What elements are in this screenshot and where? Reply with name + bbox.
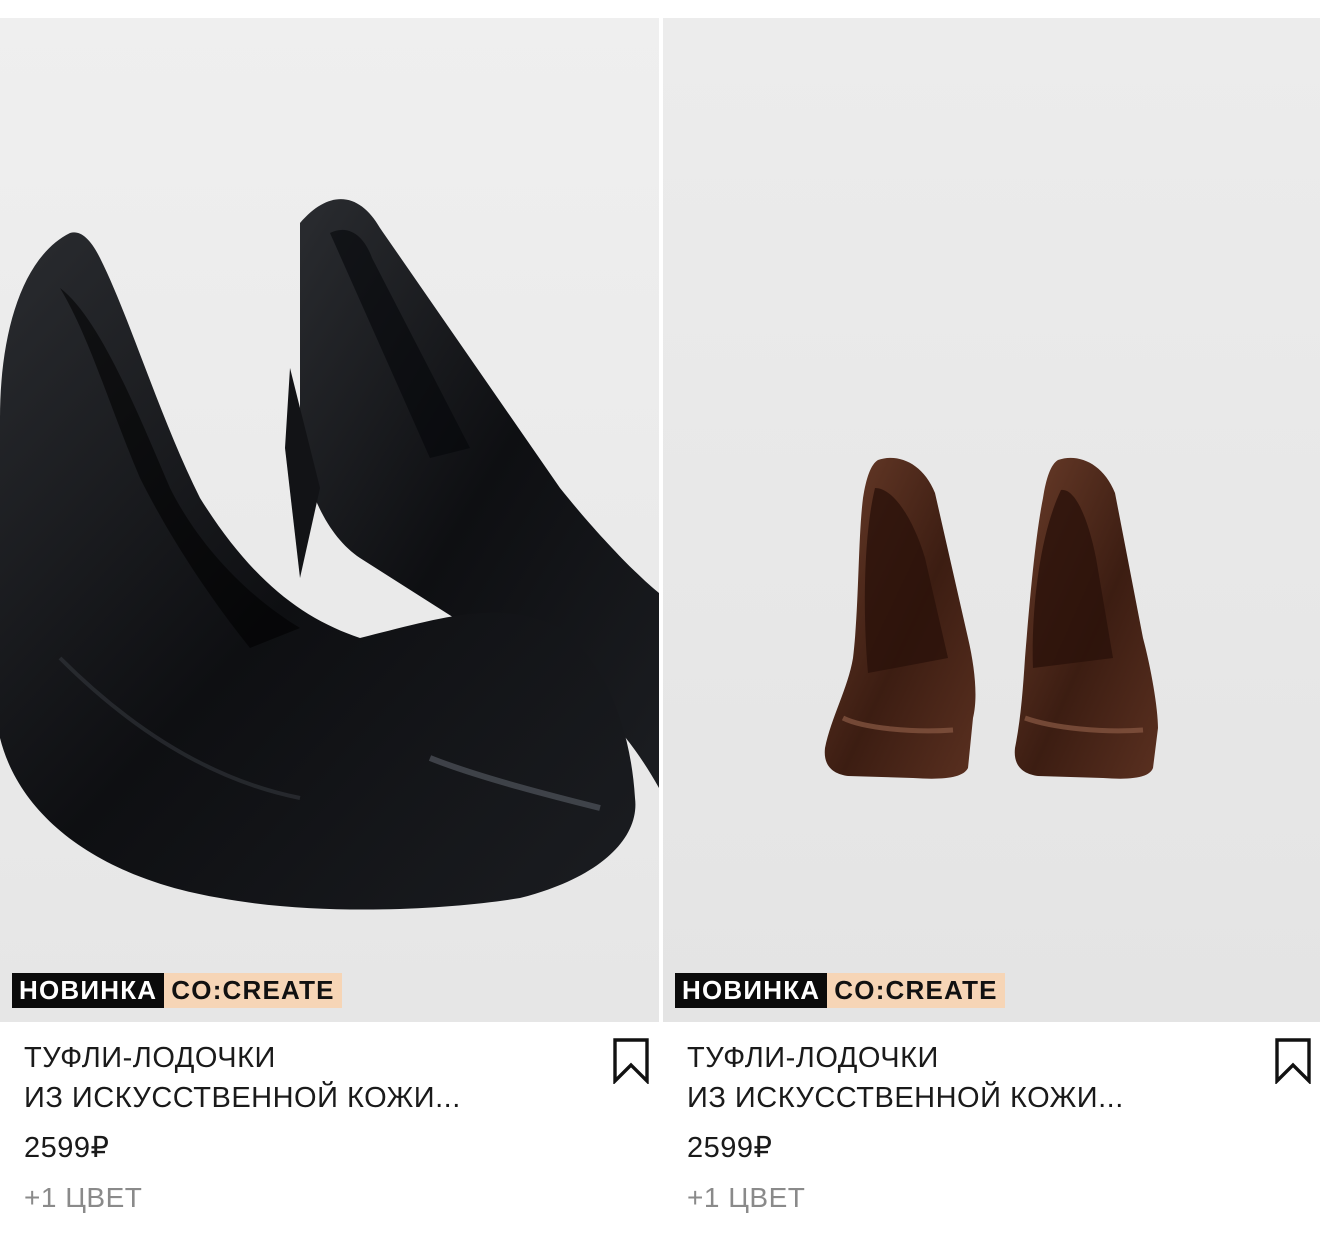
- bookmark-button[interactable]: [1274, 1038, 1312, 1086]
- bookmark-icon: [1275, 1038, 1311, 1086]
- product-card[interactable]: НОВИНКА CO:CREATE ТУФЛИ-ЛОДОЧКИ ИЗ ИСКУС…: [663, 18, 1320, 1256]
- collab-badge: CO:CREATE: [827, 973, 1005, 1008]
- product-price: 2599₽: [24, 1132, 110, 1164]
- product-price: 2599₽: [687, 1132, 773, 1164]
- product-image[interactable]: [0, 18, 659, 1022]
- badge-group: НОВИНКА CO:CREATE: [12, 973, 342, 1008]
- new-badge: НОВИНКА: [675, 973, 828, 1008]
- bookmark-icon: [613, 1038, 649, 1086]
- product-grid: НОВИНКА CO:CREATE ТУФЛИ-ЛОДОЧКИ ИЗ ИСКУС…: [0, 0, 1320, 1256]
- product-info: ТУФЛИ-ЛОДОЧКИ ИЗ ИСКУССТВЕННОЙ КОЖИ... 2…: [24, 1038, 635, 1218]
- bookmark-button[interactable]: [612, 1038, 650, 1086]
- new-badge: НОВИНКА: [12, 973, 165, 1008]
- color-count-link[interactable]: +1 ЦВЕТ: [24, 1178, 635, 1218]
- black-pumps-photo: [0, 18, 659, 1022]
- product-card[interactable]: НОВИНКА CO:CREATE ТУФЛИ-ЛОДОЧКИ ИЗ ИСКУС…: [0, 18, 659, 1256]
- product-title-line1[interactable]: ТУФЛИ-ЛОДОЧКИ: [24, 1038, 544, 1078]
- product-info: ТУФЛИ-ЛОДОЧКИ ИЗ ИСКУССТВЕННОЙ КОЖИ... 2…: [687, 1038, 1296, 1218]
- badge-group: НОВИНКА CO:CREATE: [675, 973, 1005, 1008]
- brown-pumps-photo: [663, 18, 1320, 1022]
- product-title-line2[interactable]: ИЗ ИСКУССТВЕННОЙ КОЖИ...: [24, 1078, 544, 1118]
- product-title[interactable]: ТУФЛИ-ЛОДОЧКИ ИЗ ИСКУССТВЕННОЙ КОЖИ...: [687, 1038, 1207, 1118]
- collab-badge: CO:CREATE: [164, 973, 342, 1008]
- product-image[interactable]: [663, 18, 1320, 1022]
- color-count-link[interactable]: +1 ЦВЕТ: [687, 1178, 1296, 1218]
- product-title[interactable]: ТУФЛИ-ЛОДОЧКИ ИЗ ИСКУССТВЕННОЙ КОЖИ...: [24, 1038, 544, 1118]
- product-title-line2[interactable]: ИЗ ИСКУССТВЕННОЙ КОЖИ...: [687, 1078, 1207, 1118]
- product-title-line1[interactable]: ТУФЛИ-ЛОДОЧКИ: [687, 1038, 1207, 1078]
